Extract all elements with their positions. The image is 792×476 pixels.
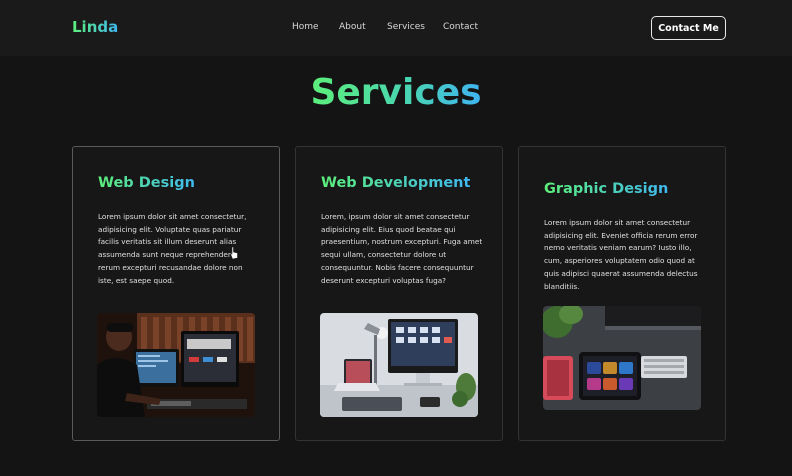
section-title-text: Services — [310, 72, 482, 113]
imac-workspace-photo — [320, 313, 478, 417]
developer-at-desk-photo — [97, 313, 255, 417]
nav-link-home[interactable]: Home — [292, 22, 319, 32]
service-card-graphic-design[interactable]: Graphic Design Lorem ipsum dolor sit ame… — [518, 146, 726, 441]
card-title: Web Development — [321, 175, 471, 191]
service-card-web-design[interactable]: Web Design Lorem ipsum dolor sit amet co… — [72, 146, 280, 441]
navbar: Linda Home About Services Contact Contac… — [0, 0, 792, 56]
service-card-web-development[interactable]: Web Development Lorem, ipsum dolor sit a… — [295, 146, 503, 441]
card-description: Lorem, ipsum dolor sit amet consectetur … — [321, 212, 483, 285]
design-tablet-photo — [543, 306, 701, 410]
section-title: Services — [0, 72, 792, 113]
card-description: Lorem ipsum dolor sit amet consectetur a… — [544, 218, 698, 291]
contact-me-button[interactable]: Contact Me — [651, 16, 726, 40]
card-title: Graphic Design — [544, 181, 669, 197]
card-title: Web Design — [98, 175, 195, 191]
mouse-cursor-icon — [230, 246, 238, 260]
nav-link-services[interactable]: Services — [387, 22, 425, 32]
nav-link-contact[interactable]: Contact — [443, 22, 478, 32]
nav-link-about[interactable]: About — [339, 22, 366, 32]
